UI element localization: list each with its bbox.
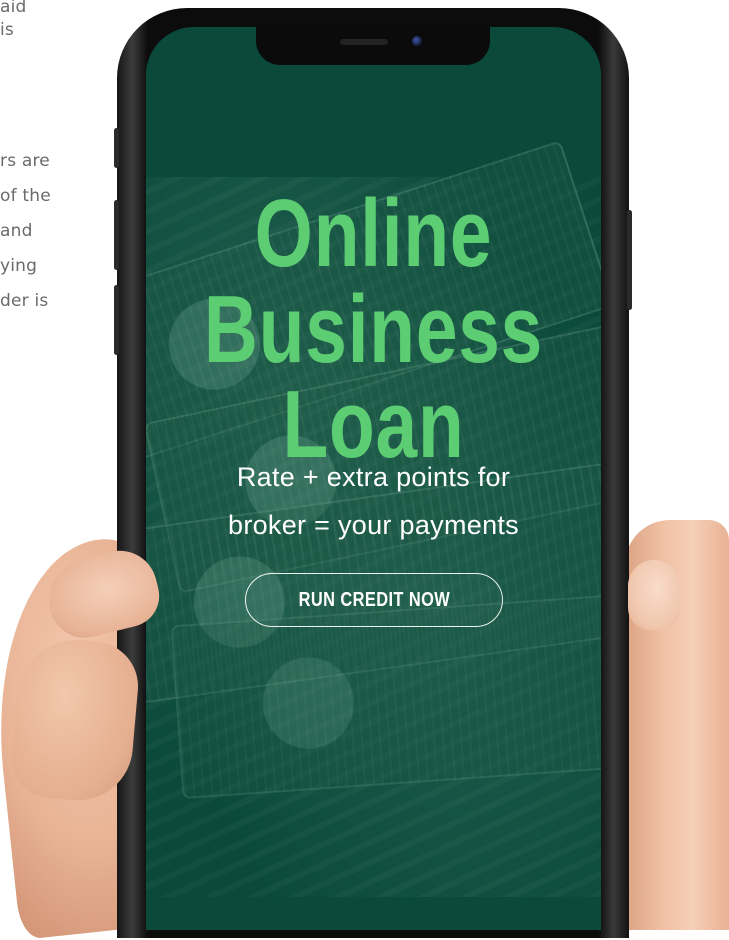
subtext-line-2: broker = your payments bbox=[228, 510, 519, 540]
headline-line-1: Online bbox=[254, 180, 493, 287]
headline-line-3: Loan bbox=[282, 371, 465, 478]
side-button-volume-down bbox=[114, 285, 119, 355]
headline-line-2: Business bbox=[203, 276, 544, 383]
article-line: rs are bbox=[0, 151, 50, 171]
phone-notch bbox=[256, 27, 490, 65]
side-button-mute bbox=[114, 128, 119, 168]
run-credit-now-label: RUN CREDIT NOW bbox=[298, 588, 450, 611]
side-button-power bbox=[627, 210, 632, 310]
subtext-line-1: Rate + extra points for bbox=[236, 462, 511, 492]
article-line: and bbox=[0, 221, 33, 241]
camera-icon bbox=[412, 36, 422, 46]
right-thumb bbox=[628, 560, 680, 630]
side-button-volume-up bbox=[114, 200, 119, 270]
article-line: der is bbox=[0, 291, 49, 311]
speaker-grille-icon bbox=[340, 39, 388, 45]
article-line: is bbox=[0, 20, 14, 40]
article-line: ying bbox=[0, 256, 38, 276]
run-credit-now-button[interactable]: RUN CREDIT NOW bbox=[245, 573, 503, 627]
article-line: of the bbox=[0, 186, 51, 206]
